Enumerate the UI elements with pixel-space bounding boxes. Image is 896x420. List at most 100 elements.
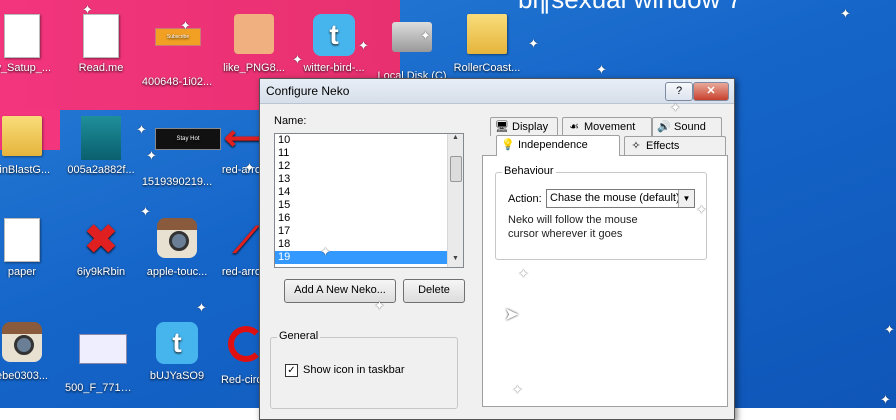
behaviour-description: Neko will follow the mouse cursor wherev…: [508, 214, 638, 240]
desktop-icon-label: vinBlastG...: [0, 164, 51, 176]
desktop-icon-label: ebe0303...: [0, 370, 48, 382]
tab-independence[interactable]: 💡 Independence: [496, 135, 620, 156]
list-item[interactable]: 15: [275, 199, 463, 212]
list-item[interactable]: 11: [275, 147, 463, 160]
mouse-cursor-icon: ➤: [504, 304, 520, 324]
neko-sprite-icon: ✦: [244, 160, 255, 175]
subscribe-image-icon: Subscribe: [155, 28, 201, 46]
desktop-icon[interactable]: paper: [0, 218, 58, 278]
desktop-icon[interactable]: vinBlastG...: [0, 116, 58, 176]
list-item[interactable]: 13: [275, 173, 463, 186]
tab-sound[interactable]: 🔊 Sound: [652, 117, 722, 136]
desktop-icon-label: 005a2a882f...: [67, 164, 135, 176]
desktop-icon[interactable]: ✖ 6iy9kRbin: [65, 218, 137, 278]
desktop-icon[interactable]: 500_F_77149...: [65, 322, 137, 394]
desktop-icon[interactable]: apple-touc...: [141, 218, 213, 278]
neko-sprite-icon: ✦: [528, 36, 539, 51]
neko-sprite-icon: ✦: [696, 202, 707, 217]
desktop-icon[interactable]: w_Satup_...: [0, 14, 58, 74]
tab-movement[interactable]: ☙ Movement: [562, 117, 652, 136]
tab-label: Independence: [518, 139, 588, 151]
red-x-icon: ✖: [84, 218, 118, 262]
neko-sprite-icon: ✦: [596, 62, 607, 77]
person-image-icon: [81, 116, 121, 160]
speaker-icon: 🔊: [657, 121, 671, 133]
close-button[interactable]: ✕: [693, 82, 729, 101]
monitor-icon: 🖥: [495, 121, 509, 133]
list-item-selected[interactable]: 19: [275, 251, 463, 264]
desktop-icon[interactable]: Subscribe 400648-1i02...: [141, 14, 213, 88]
show-icon-label: Show icon in taskbar: [303, 364, 405, 376]
delete-button[interactable]: Delete: [403, 279, 465, 303]
list-item[interactable]: 12: [275, 160, 463, 173]
dialog-titlebar[interactable]: Configure Neko ? ✕: [260, 79, 734, 104]
wallpaper-title: bi∥sexual window 7: [518, 0, 742, 15]
scroll-up-icon[interactable]: ▲: [448, 134, 463, 146]
list-item[interactable]: 16: [275, 212, 463, 225]
neko-sprite-icon: ✦: [292, 52, 303, 67]
list-item[interactable]: 18: [275, 238, 463, 251]
desktop-icon-label: 1519390219...: [141, 176, 213, 188]
document-icon: [4, 14, 40, 58]
desktop-icon-label: paper: [7, 266, 37, 278]
desktop-icon[interactable]: 005a2a882f...: [65, 116, 137, 176]
effects-icon: ✧: [631, 140, 641, 152]
instagram-icon: [157, 218, 197, 258]
neko-sprite-icon: ✦: [374, 298, 385, 313]
list-item[interactable]: 14: [275, 186, 463, 199]
neko-sprite-icon: ✦: [320, 244, 331, 259]
tab-label: Movement: [584, 121, 636, 133]
neko-sprite-icon: ✦: [82, 2, 93, 17]
neko-sprite-icon: ✦: [180, 18, 191, 33]
desktop-icon-label: RollerCoast...: [453, 62, 521, 74]
neko-sprite-icon: ✦: [518, 266, 529, 281]
behaviour-group: Behaviour Action: Chase the mouse (defau…: [495, 165, 707, 260]
tab-label: Display: [512, 121, 549, 133]
desktop-icon-label: apple-touc...: [146, 266, 208, 278]
desktop-icon[interactable]: t bUJYaSO9: [141, 322, 213, 382]
desktop-icon-label: 400648-1i02...: [141, 76, 213, 88]
desktop-icon-label: 500_F_77149...: [65, 382, 137, 394]
scroll-thumb[interactable]: [450, 156, 462, 182]
desktop-icon-label: bUJYaSO9: [149, 370, 205, 382]
tab-label: Sound: [674, 121, 706, 133]
desktop-icon[interactable]: Local Disk (C): [376, 14, 448, 82]
desktop-icon-label: w_Satup_...: [0, 62, 52, 74]
neko-sprite-icon: ✦: [196, 300, 207, 315]
twitter-icon: t: [156, 322, 198, 364]
show-icon-checkbox[interactable]: ✓: [285, 364, 298, 377]
desktop-icon[interactable]: like_PNG8...: [218, 14, 290, 74]
card-image-icon: [79, 334, 127, 364]
neko-sprite-icon: ✦: [512, 382, 523, 397]
behaviour-group-title: Behaviour: [502, 165, 556, 177]
chevron-down-icon[interactable]: ▼: [678, 190, 694, 207]
neko-name-list[interactable]: 10 11 12 13 14 15 16 17 18 19 ▲ ▼: [274, 133, 464, 268]
instagram-icon: [2, 322, 42, 362]
list-item[interactable]: 10: [275, 134, 463, 147]
list-item[interactable]: 17: [275, 225, 463, 238]
neko-sprite-icon: ✦: [884, 322, 895, 337]
folder-icon: [467, 14, 507, 54]
desktop-icon[interactable]: ebe0303...: [0, 322, 58, 382]
neko-sprite-icon: ✦: [136, 122, 147, 137]
scroll-down-icon[interactable]: ▼: [448, 255, 463, 267]
action-label: Action:: [508, 193, 542, 205]
dialog-title: Configure Neko: [266, 84, 350, 98]
name-label: Name:: [274, 115, 307, 127]
help-button[interactable]: ?: [665, 82, 693, 101]
list-scrollbar[interactable]: ▲ ▼: [447, 134, 463, 267]
document-icon: [4, 218, 40, 262]
twitter-icon: t: [313, 14, 355, 56]
action-select[interactable]: Chase the mouse (default) ▼: [546, 189, 695, 208]
desktop-icon-label: witter-bird-...: [303, 62, 365, 74]
desktop-icon[interactable]: RollerCoast...: [451, 14, 523, 74]
general-group: General ✓ Show icon in taskbar: [270, 330, 458, 409]
general-group-title: General: [277, 330, 321, 342]
tab-effects[interactable]: ✧ Effects: [624, 136, 726, 155]
tab-display[interactable]: 🖥 Display: [490, 117, 558, 136]
tab-label: Effects: [646, 140, 680, 152]
desktop-icon[interactable]: Read.me: [65, 14, 137, 74]
neko-sprite-icon: ✦: [358, 38, 369, 53]
neko-sprite-icon: ✦: [140, 204, 151, 219]
desktop-icon-label: 6iy9kRbin: [76, 266, 126, 278]
